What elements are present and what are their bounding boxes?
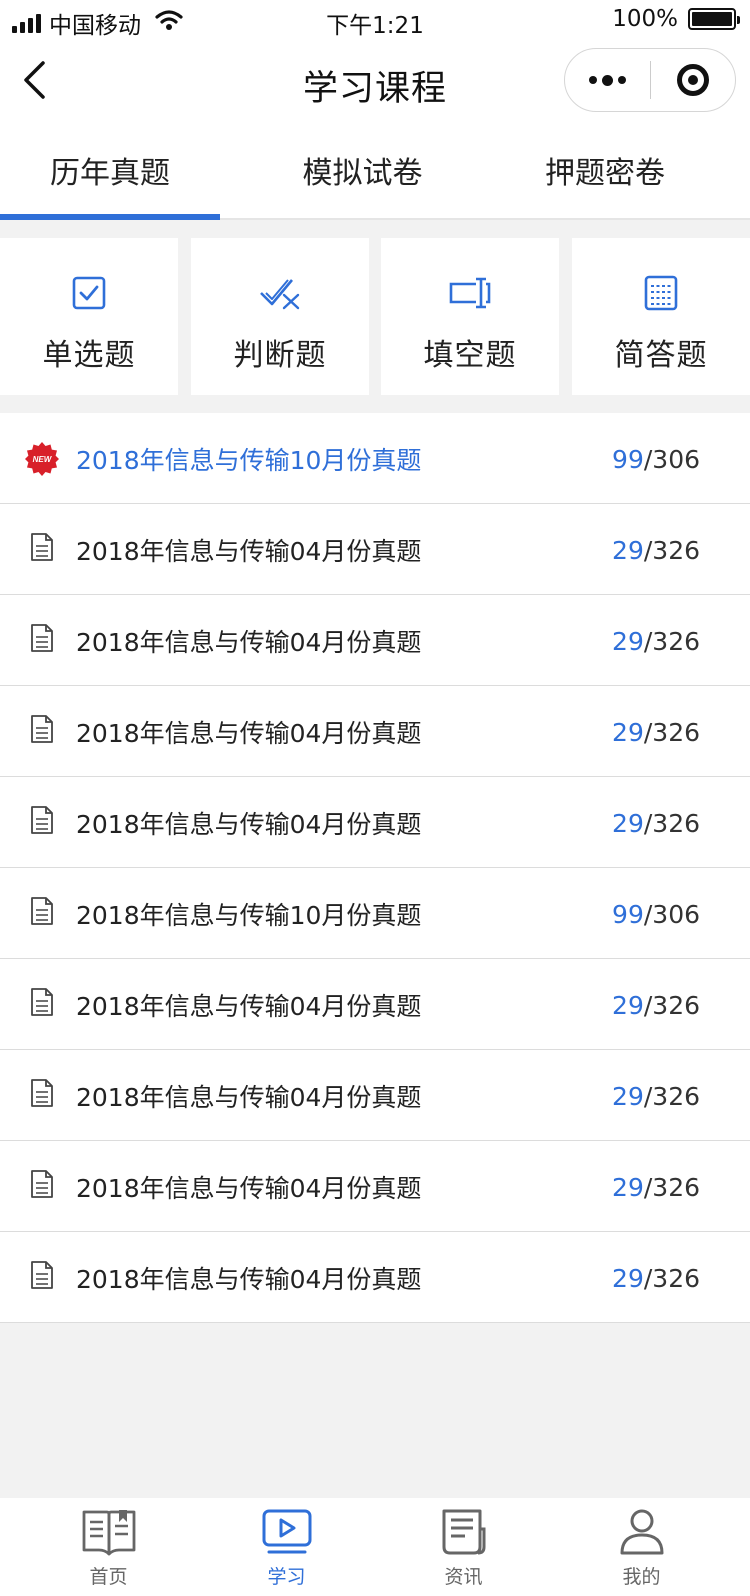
document-icon bbox=[30, 805, 54, 839]
paper-row[interactable]: 2018年信息与传输10月份真题 99/306 bbox=[0, 868, 750, 959]
tab-bar-top: 历年真题 模拟试卷 押题密卷 bbox=[0, 122, 750, 220]
progress-total: /326 bbox=[643, 718, 700, 747]
tab-past-papers[interactable]: 历年真题 bbox=[0, 122, 220, 218]
target-icon bbox=[676, 64, 709, 96]
paper-progress: 29/326 bbox=[612, 1264, 700, 1293]
category-short-answer[interactable]: 简答题 bbox=[572, 238, 750, 395]
document-icon bbox=[30, 532, 54, 566]
paper-row[interactable]: 2018年信息与传输04月份真题 29/326 bbox=[0, 504, 750, 595]
progress-done: 99 bbox=[612, 445, 644, 474]
paper-title: 2018年信息与传输10月份真题 bbox=[76, 901, 422, 930]
check-cross-icon bbox=[258, 274, 302, 312]
document-icon bbox=[30, 1260, 54, 1294]
mini-program-capsule bbox=[564, 48, 736, 112]
tabbar-news[interactable]: 资讯 bbox=[370, 1498, 557, 1596]
paper-progress: 29/326 bbox=[612, 809, 700, 838]
progress-done: 29 bbox=[612, 809, 644, 838]
paper-progress: 29/326 bbox=[612, 627, 700, 656]
paper-title: 2018年信息与传输04月份真题 bbox=[76, 992, 422, 1021]
paper-progress: 29/326 bbox=[612, 1082, 700, 1111]
progress-done: 29 bbox=[612, 627, 644, 656]
new-badge-icon: NEW bbox=[24, 441, 60, 481]
more-dot-icon bbox=[617, 76, 626, 84]
news-icon bbox=[440, 1506, 488, 1558]
paper-row[interactable]: 2018年信息与传输04月份真题 29/326 bbox=[0, 1141, 750, 1232]
paper-title: 2018年信息与传输10月份真题 bbox=[76, 446, 422, 475]
paper-title: 2018年信息与传输04月份真题 bbox=[76, 1265, 422, 1294]
progress-done: 29 bbox=[612, 1173, 644, 1202]
status-right: 100% bbox=[612, 6, 740, 32]
progress-done: 29 bbox=[612, 536, 644, 565]
progress-done: 29 bbox=[612, 991, 644, 1020]
paper-row[interactable]: 2018年信息与传输04月份真题 29/326 bbox=[0, 777, 750, 868]
tabbar-study[interactable]: 学习 bbox=[193, 1498, 380, 1596]
user-icon bbox=[617, 1506, 667, 1558]
paper-title: 2018年信息与传输04月份真题 bbox=[76, 1174, 422, 1203]
book-icon bbox=[81, 1506, 137, 1558]
document-icon bbox=[30, 1169, 54, 1203]
checkbox-icon bbox=[72, 274, 106, 312]
paper-title: 2018年信息与传输04月份真题 bbox=[76, 719, 422, 748]
document-icon bbox=[30, 987, 54, 1021]
document-icon bbox=[30, 623, 54, 657]
progress-total: /326 bbox=[643, 991, 700, 1020]
paper-row[interactable]: 2018年信息与传输04月份真题 29/326 bbox=[0, 959, 750, 1050]
more-button[interactable] bbox=[565, 49, 650, 111]
document-icon bbox=[30, 1078, 54, 1112]
category-true-false[interactable]: 判断题 bbox=[191, 238, 369, 395]
progress-total: /306 bbox=[643, 900, 700, 929]
tabbar-home[interactable]: 首页 bbox=[15, 1498, 202, 1596]
svg-text:NEW: NEW bbox=[33, 455, 53, 464]
paper-progress: 99/306 bbox=[612, 445, 700, 474]
bottom-tab-bar: 首页 学习 资讯 我的 bbox=[0, 1498, 750, 1596]
close-button[interactable] bbox=[651, 49, 736, 111]
progress-total: /326 bbox=[643, 627, 700, 656]
paper-title: 2018年信息与传输04月份真题 bbox=[76, 628, 422, 657]
progress-done: 99 bbox=[612, 900, 644, 929]
paper-progress: 29/326 bbox=[612, 1173, 700, 1202]
nav-bar: 学习课程 bbox=[0, 42, 750, 122]
progress-done: 29 bbox=[612, 1082, 644, 1111]
paper-progress: 29/326 bbox=[612, 991, 700, 1020]
question-type-grid: 单选题 判断题 填空题 简答题 bbox=[0, 238, 750, 395]
grid-doc-icon bbox=[644, 274, 678, 312]
paper-row[interactable]: 2018年信息与传输04月份真题 29/326 bbox=[0, 686, 750, 777]
text-cursor-icon bbox=[448, 274, 492, 312]
status-bar: 中国移动 下午1:21 100% bbox=[0, 0, 750, 42]
more-dot-icon bbox=[601, 74, 613, 86]
category-fill-blank[interactable]: 填空题 bbox=[381, 238, 559, 395]
paper-row[interactable]: 2018年信息与传输04月份真题 29/326 bbox=[0, 1050, 750, 1141]
progress-done: 29 bbox=[612, 718, 644, 747]
paper-title: 2018年信息与传输04月份真题 bbox=[76, 810, 422, 839]
tab-predicted-papers[interactable]: 押题密卷 bbox=[490, 122, 720, 218]
document-icon bbox=[30, 896, 54, 930]
category-single-choice[interactable]: 单选题 bbox=[0, 238, 178, 395]
paper-row[interactable]: 2018年信息与传输04月份真题 29/326 bbox=[0, 595, 750, 686]
battery-percent: 100% bbox=[612, 6, 678, 32]
paper-row[interactable]: 2018年信息与传输04月份真题 29/326 bbox=[0, 1232, 750, 1323]
active-tab-indicator bbox=[0, 214, 220, 220]
paper-list: NEW 2018年信息与传输10月份真题 99/306 2018年信息与传输04月份真… bbox=[0, 413, 750, 1323]
document-icon bbox=[30, 714, 54, 748]
play-video-icon bbox=[261, 1506, 313, 1558]
paper-row[interactable]: NEW 2018年信息与传输10月份真题 99/306 bbox=[0, 413, 750, 504]
progress-done: 29 bbox=[612, 1264, 644, 1293]
progress-total: /326 bbox=[643, 1173, 700, 1202]
paper-progress: 99/306 bbox=[612, 900, 700, 929]
more-dot-icon bbox=[588, 76, 597, 84]
progress-total: /326 bbox=[643, 536, 700, 565]
progress-total: /326 bbox=[643, 809, 700, 838]
paper-progress: 29/326 bbox=[612, 718, 700, 747]
battery-icon bbox=[688, 8, 740, 30]
paper-title: 2018年信息与传输04月份真题 bbox=[76, 1083, 422, 1112]
paper-progress: 29/326 bbox=[612, 536, 700, 565]
progress-total: /306 bbox=[643, 445, 700, 474]
tab-mock-papers[interactable]: 模拟试卷 bbox=[250, 122, 475, 218]
progress-total: /326 bbox=[643, 1264, 700, 1293]
paper-title: 2018年信息与传输04月份真题 bbox=[76, 537, 422, 566]
tabbar-mine[interactable]: 我的 bbox=[548, 1498, 735, 1596]
progress-total: /326 bbox=[643, 1082, 700, 1111]
